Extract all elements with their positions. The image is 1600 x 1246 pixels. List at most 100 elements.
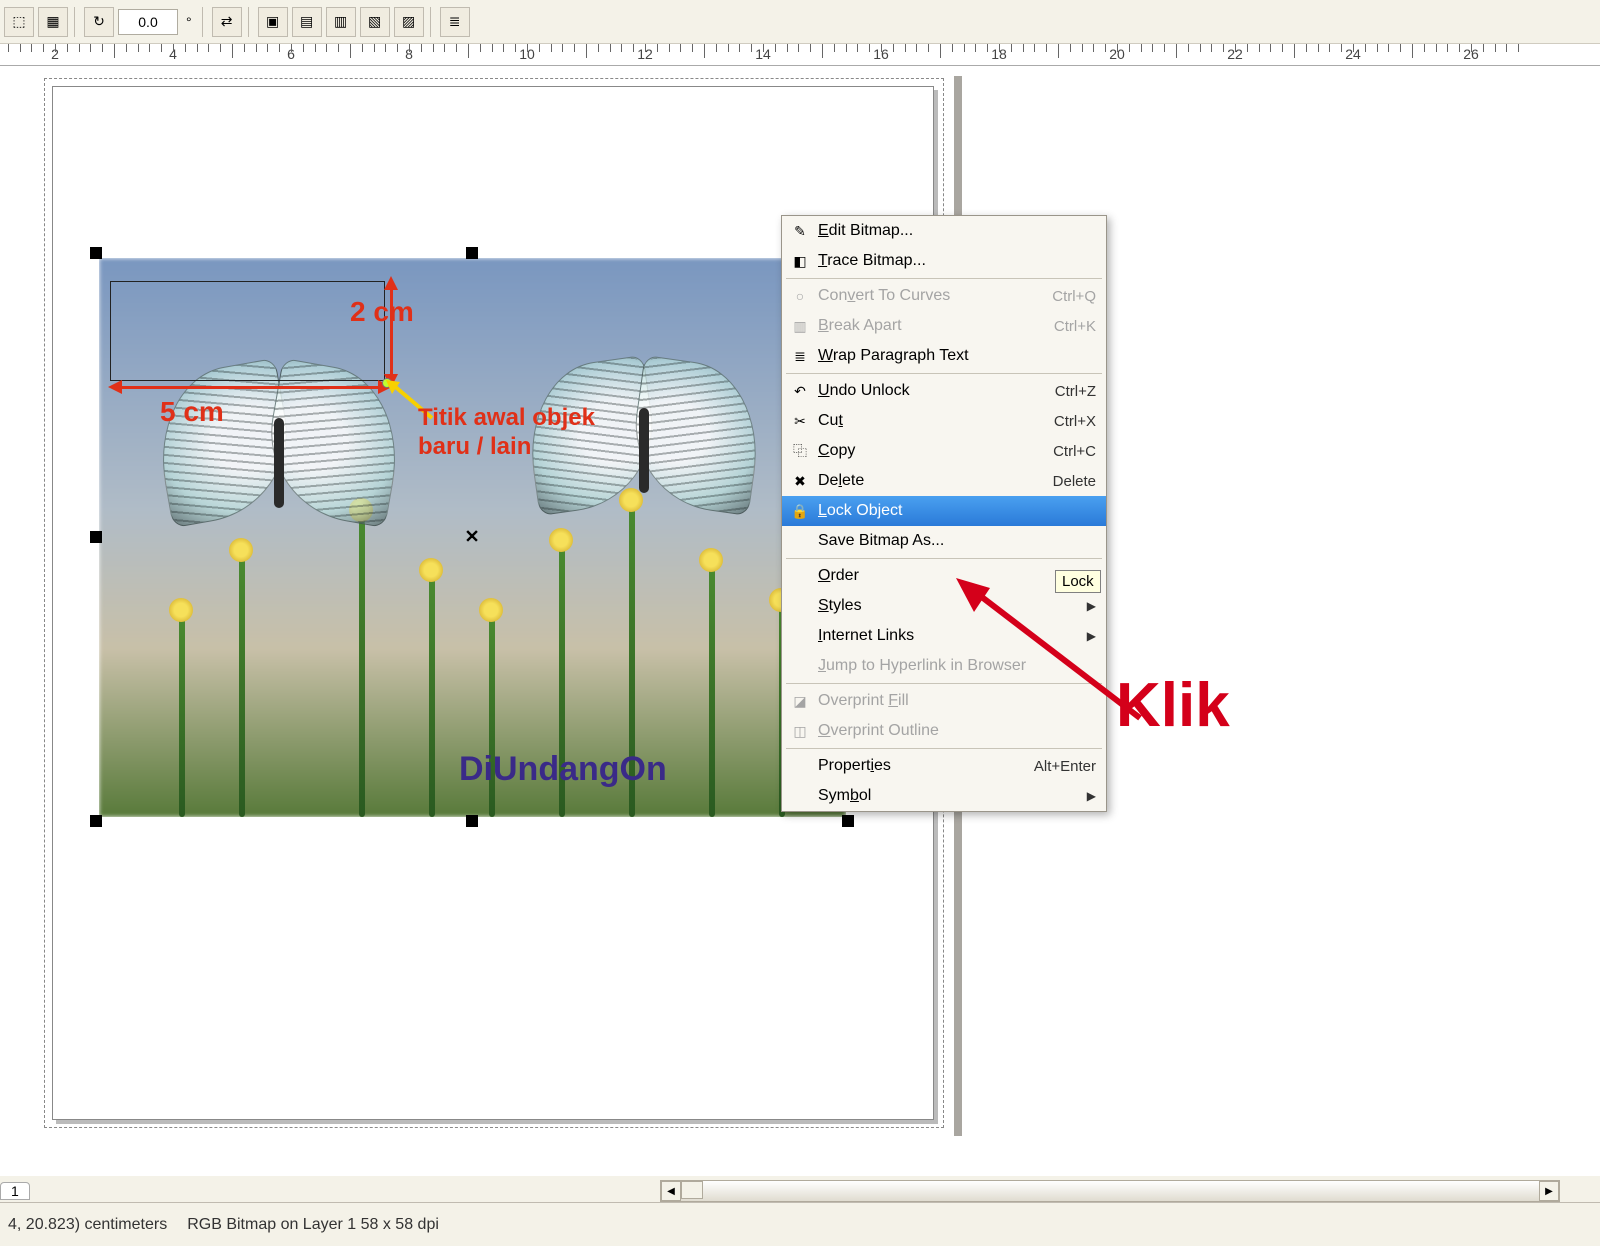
- toolbar-icon-b[interactable]: ▦: [38, 7, 68, 37]
- menu-item-icon: [788, 626, 812, 646]
- selection-handle-tl[interactable]: [90, 247, 102, 259]
- selection-handle-tm[interactable]: [466, 247, 478, 259]
- dim-arrow-left: [108, 380, 122, 394]
- menu-item-label: Save Bitmap As...: [818, 532, 1096, 550]
- menu-item-icon: ≣: [788, 346, 812, 366]
- context-menu-item-edit-bitmap[interactable]: ✎ Edit Bitmap...: [782, 216, 1106, 246]
- rotation-input[interactable]: [118, 9, 178, 35]
- context-menu-separator: [786, 373, 1102, 374]
- tool-icon-4[interactable]: ▧: [360, 7, 390, 37]
- property-bar: ⬚ ▦ ↻ ° ⇄ ▣ ▤ ▥ ▧ ▨ ≣: [0, 0, 1600, 44]
- status-bar: 4, 20.823) centimeters RGB Bitmap on Lay…: [0, 1202, 1600, 1246]
- submenu-arrow-icon: ▶: [1087, 789, 1096, 803]
- ruler-horizontal: 2468101214161820222426: [0, 44, 1600, 66]
- selection-handle-bl[interactable]: [90, 815, 102, 827]
- flower-bud: [479, 598, 503, 622]
- context-menu-item-wrap-paragraph-text[interactable]: ≣ Wrap Paragraph Text: [782, 341, 1106, 371]
- menu-item-icon: 🔒: [788, 501, 812, 521]
- watermark-text: DiUndangOn: [459, 750, 667, 789]
- menu-item-label: Trace Bitmap...: [818, 252, 1096, 270]
- menu-item-shortcut: Delete: [1053, 473, 1096, 490]
- tool-icon-3[interactable]: ▥: [326, 7, 356, 37]
- stem: [179, 617, 185, 817]
- menu-item-icon: ▥: [788, 316, 812, 336]
- menu-item-label: Wrap Paragraph Text: [818, 347, 1096, 365]
- selection-center-cross: ✕: [464, 527, 479, 548]
- menu-item-shortcut: Ctrl+K: [1054, 318, 1096, 335]
- menu-item-label: Lock Object: [818, 502, 1096, 520]
- menu-item-icon: [788, 531, 812, 551]
- toolbar-separator: [202, 7, 206, 37]
- rotate-icon[interactable]: ↻: [84, 7, 114, 37]
- menu-item-label: Edit Bitmap...: [818, 222, 1096, 240]
- menu-item-label: Convert To Curves: [818, 287, 1052, 305]
- annotation-text: Titik awal objekbaru / lain: [418, 404, 595, 462]
- menu-item-label: Properties: [818, 757, 1034, 775]
- menu-item-label: Delete: [818, 472, 1053, 490]
- menu-item-icon: [788, 786, 812, 806]
- menu-item-label: Symbol: [818, 787, 1081, 805]
- context-menu-item-trace-bitmap[interactable]: ◧ Trace Bitmap...: [782, 246, 1106, 276]
- degree-label: °: [182, 14, 196, 30]
- menu-item-icon: ✎: [788, 221, 812, 241]
- scroll-left-arrow-icon[interactable]: ◀: [661, 1181, 681, 1201]
- menu-item-icon: ✂: [788, 411, 812, 431]
- menu-item-icon: ⿻: [788, 441, 812, 461]
- menu-item-label: Cut: [818, 412, 1054, 430]
- stem: [429, 577, 435, 817]
- stem: [359, 517, 365, 817]
- context-menu-item-properties[interactable]: PropertiesAlt+Enter: [782, 751, 1106, 781]
- menu-item-label: Copy: [818, 442, 1053, 460]
- menu-item-shortcut: Ctrl+Q: [1052, 288, 1096, 305]
- stem: [239, 557, 245, 817]
- context-menu-separator: [786, 278, 1102, 279]
- selection-handle-ml[interactable]: [90, 531, 102, 543]
- menu-item-icon: ◪: [788, 691, 812, 711]
- toolbar-icon-a[interactable]: ⬚: [4, 7, 34, 37]
- scroll-track[interactable]: [681, 1181, 1539, 1201]
- context-menu-item-undo-unlock[interactable]: ↶ Undo UnlockCtrl+Z: [782, 376, 1106, 406]
- dim-arrow-up: [384, 276, 398, 290]
- status-info: RGB Bitmap on Layer 1 58 x 58 dpi: [187, 1216, 439, 1234]
- flower-bud: [419, 558, 443, 582]
- context-menu-item-lock-object[interactable]: 🔒 Lock Object: [782, 496, 1106, 526]
- context-menu-item-save-bitmap-as[interactable]: Save Bitmap As...: [782, 526, 1106, 556]
- menu-item-label: Undo Unlock: [818, 382, 1055, 400]
- toolbar-separator: [248, 7, 252, 37]
- menu-item-icon: [788, 596, 812, 616]
- toolbar-separator: [74, 7, 78, 37]
- dim-line-horizontal: [116, 386, 381, 389]
- page-tab-1[interactable]: 1: [0, 1182, 30, 1200]
- context-menu-item-break-apart: ▥ Break ApartCtrl+K: [782, 311, 1106, 341]
- page-tabs: 1: [0, 1180, 30, 1202]
- context-menu-item-delete[interactable]: ✖ DeleteDelete: [782, 466, 1106, 496]
- tool-icon-5[interactable]: ▨: [394, 7, 424, 37]
- scroll-right-arrow-icon[interactable]: ▶: [1539, 1181, 1559, 1201]
- dim-label-horizontal: 5 cm: [160, 396, 224, 428]
- dim-label-vertical: 2 cm: [350, 296, 414, 328]
- context-menu-item-cut[interactable]: ✂CutCtrl+X: [782, 406, 1106, 436]
- scroll-thumb[interactable]: [681, 1181, 703, 1199]
- context-menu-item-convert-to-curves: ○ Convert To CurvesCtrl+Q: [782, 281, 1106, 311]
- wrap-text-icon[interactable]: ≣: [440, 7, 470, 37]
- menu-item-shortcut: Alt+Enter: [1034, 758, 1096, 775]
- selection-handle-bm[interactable]: [466, 815, 478, 827]
- tool-icon-2[interactable]: ▤: [292, 7, 322, 37]
- flower-bud: [169, 598, 193, 622]
- menu-item-icon: ◧: [788, 251, 812, 271]
- menu-item-icon: ✖: [788, 471, 812, 491]
- tool-icon-1[interactable]: ▣: [258, 7, 288, 37]
- menu-item-icon: [788, 656, 812, 676]
- menu-item-shortcut: Ctrl+C: [1053, 443, 1096, 460]
- scrollbar-horizontal[interactable]: ◀ ▶: [660, 1180, 1560, 1202]
- menu-item-label: Break Apart: [818, 317, 1054, 335]
- context-menu-item-copy[interactable]: ⿻ CopyCtrl+C: [782, 436, 1106, 466]
- mirror-h-icon[interactable]: ⇄: [212, 7, 242, 37]
- toolbar-separator: [430, 7, 434, 37]
- menu-item-icon: ◫: [788, 721, 812, 741]
- menu-item-icon: ↶: [788, 381, 812, 401]
- selection-handle-br[interactable]: [842, 815, 854, 827]
- menu-item-icon: ○: [788, 286, 812, 306]
- context-menu-item-symbol[interactable]: Symbol ▶: [782, 781, 1106, 811]
- menu-item-shortcut: Ctrl+Z: [1055, 383, 1096, 400]
